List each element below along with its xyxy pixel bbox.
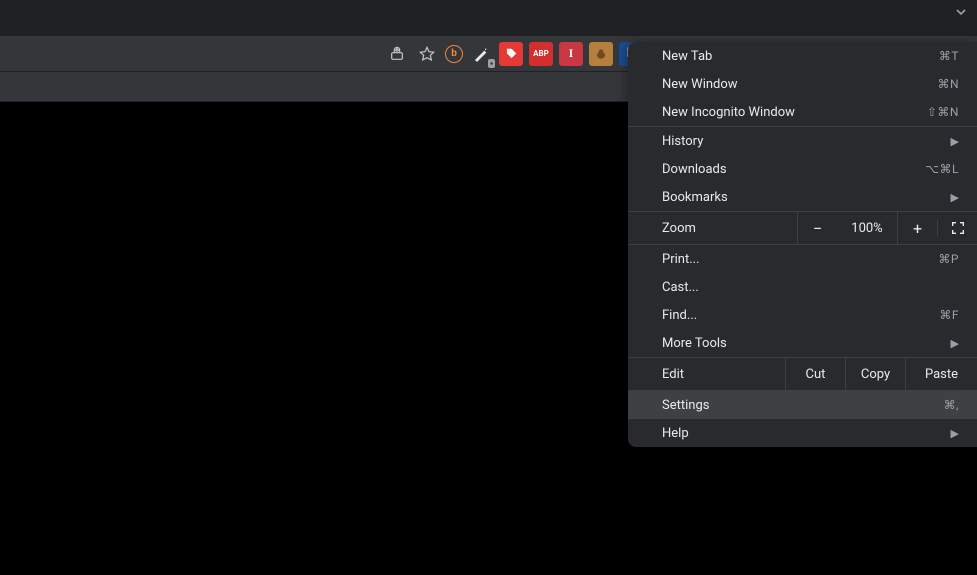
- menu-shortcut: ⌘T: [939, 49, 959, 63]
- menu-item-history[interactable]: History ▶: [628, 127, 977, 155]
- menu-shortcut: ⇧⌘N: [927, 105, 959, 119]
- menu-shortcut: ⌘F: [939, 308, 959, 322]
- menu-label: Cast...: [662, 280, 959, 295]
- menu-item-downloads[interactable]: Downloads ⌥⌘L: [628, 155, 977, 183]
- menu-shortcut: ⌘,: [944, 398, 959, 412]
- menu-item-new-incognito[interactable]: New Incognito Window ⇧⌘N: [628, 98, 977, 126]
- title-bar: [0, 0, 977, 36]
- menu-label: Help: [662, 426, 951, 441]
- share-icon[interactable]: [385, 42, 409, 66]
- menu-label: Find...: [662, 308, 939, 323]
- zoom-in-button[interactable]: +: [897, 212, 937, 244]
- menu-item-bookmarks[interactable]: Bookmarks ▶: [628, 183, 977, 211]
- menu-label: New Window: [662, 77, 937, 92]
- submenu-arrow-icon: ▶: [951, 337, 959, 350]
- tab-expand-icon[interactable]: [953, 4, 969, 24]
- menu-label: History: [662, 134, 951, 149]
- extension-icon-i[interactable]: I: [559, 42, 583, 66]
- copy-button[interactable]: Copy: [845, 358, 905, 390]
- extension-icon-animal[interactable]: [589, 42, 613, 66]
- menu-item-zoom: Zoom − 100% +: [628, 212, 977, 244]
- paste-button[interactable]: Paste: [905, 358, 977, 390]
- menu-item-edit: Edit Cut Copy Paste: [628, 358, 977, 390]
- bookmark-star-icon[interactable]: [415, 42, 439, 66]
- menu-label: More Tools: [662, 336, 951, 351]
- submenu-arrow-icon: ▶: [951, 135, 959, 148]
- menu-item-new-tab[interactable]: New Tab ⌘T: [628, 42, 977, 70]
- menu-shortcut: ⌘P: [938, 252, 959, 266]
- extension-icon-wand[interactable]: ▪: [469, 42, 493, 66]
- menu-label: New Tab: [662, 49, 939, 64]
- submenu-arrow-icon: ▶: [951, 191, 959, 204]
- submenu-arrow-icon: ▶: [951, 427, 959, 440]
- menu-item-settings[interactable]: Settings ⌘,: [628, 391, 977, 419]
- menu-label: Bookmarks: [662, 190, 951, 205]
- menu-shortcut: ⌘N: [937, 77, 959, 91]
- menu-label: Print...: [662, 252, 938, 267]
- menu-item-print[interactable]: Print... ⌘P: [628, 245, 977, 273]
- menu-item-find[interactable]: Find... ⌘F: [628, 301, 977, 329]
- menu-item-help[interactable]: Help ▶: [628, 419, 977, 447]
- menu-item-cast[interactable]: Cast...: [628, 273, 977, 301]
- zoom-value: 100%: [837, 221, 897, 236]
- extension-icon-abp[interactable]: ABP: [529, 42, 553, 66]
- zoom-label: Zoom: [662, 221, 797, 236]
- fullscreen-button[interactable]: [937, 220, 977, 236]
- menu-label: New Incognito Window: [662, 105, 927, 120]
- menu-item-more-tools[interactable]: More Tools ▶: [628, 329, 977, 357]
- extension-icon-tag[interactable]: [499, 42, 523, 66]
- chrome-menu: New Tab ⌘T New Window ⌘N New Incognito W…: [628, 42, 977, 447]
- extension-icon-b[interactable]: b: [445, 45, 463, 63]
- menu-item-new-window[interactable]: New Window ⌘N: [628, 70, 977, 98]
- menu-label: Downloads: [662, 162, 925, 177]
- zoom-out-button[interactable]: −: [797, 212, 837, 244]
- cut-button[interactable]: Cut: [785, 358, 845, 390]
- menu-label: Settings: [662, 398, 944, 413]
- edit-label: Edit: [628, 367, 785, 382]
- menu-shortcut: ⌥⌘L: [925, 162, 959, 176]
